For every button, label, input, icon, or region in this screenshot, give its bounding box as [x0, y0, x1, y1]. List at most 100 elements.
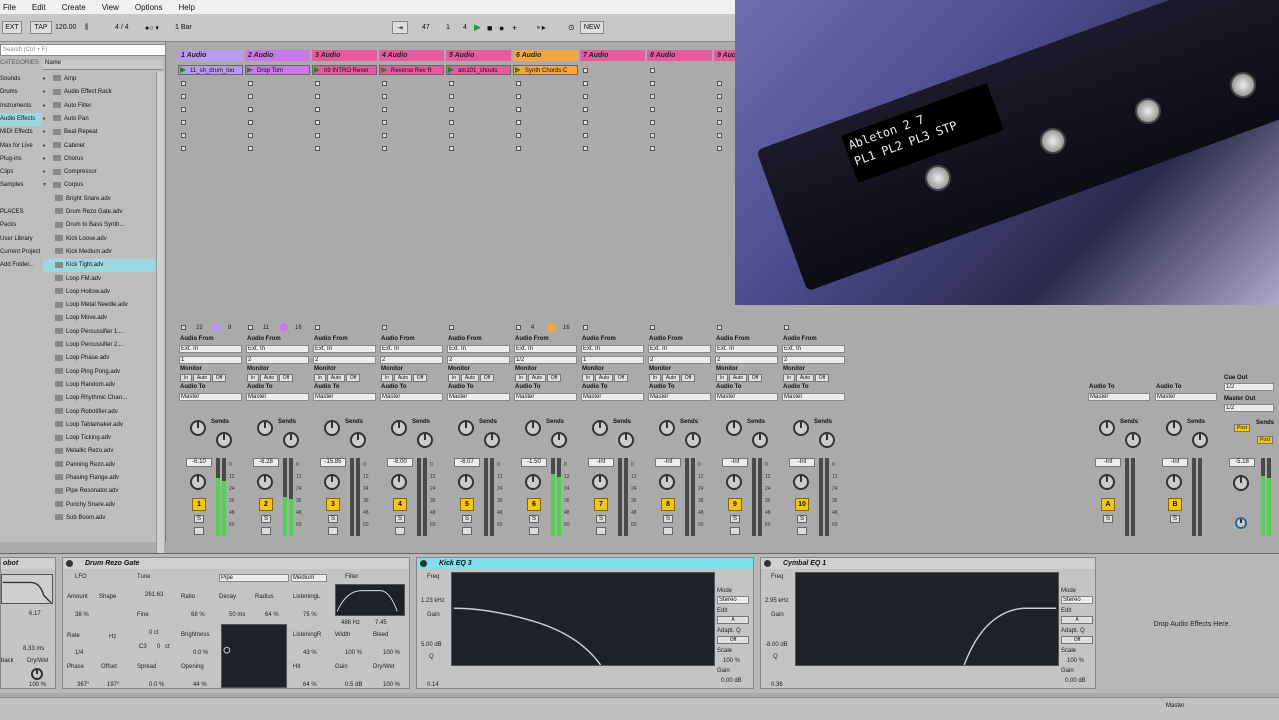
quality-select[interactable]: Medium	[291, 574, 327, 582]
category-item[interactable]: Samples	[0, 179, 42, 192]
kick-eq-curve[interactable]	[451, 572, 715, 666]
preset-file-item[interactable]: Pipe Resonator.adv	[43, 485, 155, 498]
audio-to-select[interactable]: Master	[246, 393, 309, 401]
track-stop-icon[interactable]	[650, 325, 655, 330]
folder-item[interactable]: ▸ Chorus	[43, 153, 155, 166]
send-b-knob[interactable]	[618, 432, 634, 448]
monitor-off-button[interactable]: Off	[212, 374, 226, 382]
spread-value[interactable]: 0.0 %	[149, 682, 164, 688]
empty-clip-slot[interactable]	[449, 107, 454, 112]
empty-clip-slot[interactable]	[583, 81, 588, 86]
arrangement-position-beat[interactable]: 1	[446, 21, 450, 34]
expand-arrow-icon[interactable]: ▾	[43, 179, 53, 192]
volume-field[interactable]: -6.00	[387, 458, 413, 467]
return-volume-field[interactable]: -Inf	[1095, 458, 1121, 467]
empty-clip-slot[interactable]	[449, 146, 454, 151]
cymbal-freq-value[interactable]: 2.95 kHz	[765, 598, 789, 604]
clip-launch-icon[interactable]	[314, 67, 320, 73]
empty-clip-slot[interactable]	[583, 133, 588, 138]
expand-arrow-icon[interactable]: ▸	[43, 86, 53, 99]
preset-file-item[interactable]: Kick Tight.adv	[43, 259, 155, 273]
monitor-auto-button[interactable]: Auto	[394, 374, 412, 382]
send-a-knob[interactable]	[726, 420, 742, 436]
track-activator-button[interactable]: 1	[192, 498, 206, 511]
empty-clip-slot[interactable]	[181, 81, 186, 86]
menu-file[interactable]: File	[0, 3, 24, 12]
input-channel-select[interactable]: 2	[715, 356, 778, 364]
empty-clip-slot[interactable]	[181, 94, 186, 99]
return-audio-to-select[interactable]: Master	[1088, 393, 1150, 401]
input-channel-select[interactable]: 1	[581, 356, 644, 364]
monitor-off-button[interactable]: Off	[413, 374, 427, 382]
empty-clip-slot[interactable]	[717, 146, 722, 151]
clip-launch-icon[interactable]	[247, 67, 253, 73]
empty-clip-slot[interactable]	[583, 146, 588, 151]
empty-clip-slot[interactable]	[382, 107, 387, 112]
cymbal-gain-value[interactable]: -8.00 dB	[765, 642, 788, 648]
monitor-off-button[interactable]: Off	[748, 374, 762, 382]
send-b-knob[interactable]	[283, 432, 299, 448]
master-volume-field[interactable]: -5.18	[1229, 458, 1255, 467]
audio-from-select[interactable]: Ext. In	[313, 345, 376, 353]
clip-stop-icon[interactable]	[650, 68, 655, 73]
fine-value[interactable]: 0 ct	[149, 630, 159, 636]
play-icon[interactable]: ▶	[474, 21, 481, 34]
empty-clip-slot[interactable]	[382, 81, 387, 86]
empty-clip-slot[interactable]	[248, 146, 253, 151]
solo-button[interactable]: S	[663, 515, 673, 523]
empty-clip-slot[interactable]	[583, 120, 588, 125]
empty-clip-slot[interactable]	[248, 81, 253, 86]
preset-file-item[interactable]: Drum to Bass Synth...	[43, 219, 155, 232]
preset-file-item[interactable]: Loop Phase.adv	[43, 352, 155, 365]
empty-clip-slot[interactable]	[516, 107, 521, 112]
track-header[interactable]: 3 Audio	[312, 50, 377, 61]
monitor-auto-button[interactable]: Auto	[662, 374, 680, 382]
solo-button[interactable]: S	[730, 515, 740, 523]
track-header[interactable]: 6 Audio	[513, 50, 578, 61]
preset-file-item[interactable]: Phasing Flange.adv	[43, 472, 155, 485]
track-stop-icon[interactable]	[181, 325, 186, 330]
track-stop-icon[interactable]	[315, 325, 320, 330]
monitor-off-button[interactable]: Off	[480, 374, 494, 382]
expand-arrow-icon[interactable]: ▸	[43, 140, 53, 153]
solo-button[interactable]: S	[194, 515, 204, 523]
monitor-off-button[interactable]: Off	[547, 374, 561, 382]
volume-field[interactable]: -6.28	[253, 458, 279, 467]
track-header[interactable]: 4 Audio	[379, 50, 444, 61]
monitor-in-button[interactable]: In	[314, 374, 326, 382]
folder-item[interactable]: ▸ Auto Pan	[43, 113, 155, 126]
clip-slot-playing[interactable]: 11_sh_drum_loo	[178, 65, 243, 75]
pan-knob[interactable]	[525, 474, 541, 490]
kick-scale-value[interactable]: 100 %	[723, 658, 740, 664]
return-activator-button[interactable]: A	[1101, 498, 1115, 511]
quantization-select[interactable]: 1 Bar	[175, 21, 192, 34]
ratio-value[interactable]: 68 %	[191, 612, 205, 618]
volume-field[interactable]: -Inf	[655, 458, 681, 467]
expand-arrow-icon[interactable]: ▸	[43, 113, 53, 126]
monitor-auto-button[interactable]: Auto	[796, 374, 814, 382]
send-a-knob[interactable]	[525, 420, 541, 436]
volume-field[interactable]: -6.07	[454, 458, 480, 467]
empty-clip-slot[interactable]	[315, 146, 320, 151]
ext-sync-button[interactable]: EXT	[2, 21, 22, 34]
preset-file-item[interactable]: Kick Loose.adv	[43, 233, 155, 246]
track-activator-button[interactable]: 7	[594, 498, 608, 511]
folder-item[interactable]: ▸ Cabinet	[43, 140, 155, 153]
volume-field[interactable]: -Inf	[722, 458, 748, 467]
send-b-knob[interactable]	[216, 432, 232, 448]
tune-value[interactable]: 261.63	[145, 592, 163, 598]
preset-file-item[interactable]: Loop Metal Needle.adv	[43, 299, 155, 312]
preset-file-item[interactable]: Loop FM.adv	[43, 273, 155, 286]
pan-knob[interactable]	[190, 474, 206, 490]
monitor-in-button[interactable]: In	[716, 374, 728, 382]
track-activator-button[interactable]: 9	[728, 498, 742, 511]
send-b-knob[interactable]	[551, 432, 567, 448]
empty-clip-slot[interactable]	[181, 133, 186, 138]
arm-button[interactable]	[261, 527, 271, 535]
clip-slot-playing[interactable]: am101_shouts	[446, 65, 511, 75]
track-header[interactable]: 5 Audio	[446, 50, 511, 61]
category-item[interactable]: Plug-ins	[0, 153, 42, 166]
preset-file-item[interactable]: Loop Ping Pong.adv	[43, 366, 155, 379]
send-b-knob[interactable]	[350, 432, 366, 448]
category-item[interactable]: User Library	[0, 233, 42, 246]
